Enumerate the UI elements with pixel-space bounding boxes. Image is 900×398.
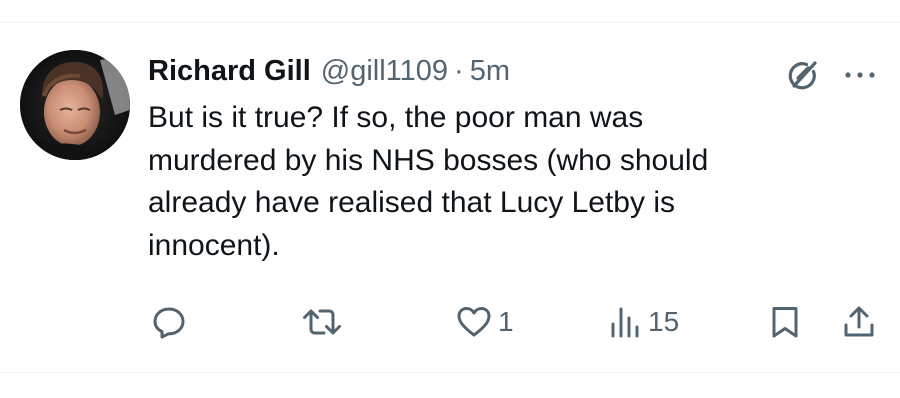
share-icon — [844, 306, 874, 337]
bookmark-icon — [772, 307, 798, 338]
retweet-button[interactable] — [302, 298, 342, 346]
timestamp[interactable]: 5m — [470, 51, 510, 91]
grok-icon[interactable] — [786, 58, 820, 92]
action-bar: 1 15 — [0, 298, 900, 346]
avatar[interactable] — [20, 50, 130, 160]
more-icon[interactable] — [842, 65, 878, 85]
tweet-header: Richard Gill @gill1109 · 5m — [148, 51, 510, 91]
like-count: 1 — [498, 306, 514, 337]
retweet-icon — [303, 309, 341, 335]
tweet[interactable]: Richard Gill @gill1109 · 5m But is it tr… — [0, 23, 900, 372]
reply-icon — [153, 307, 185, 339]
display-name[interactable]: Richard Gill — [148, 51, 311, 91]
like-button[interactable]: 1 — [456, 298, 514, 346]
bottom-divider — [0, 372, 900, 373]
bookmark-button[interactable] — [770, 298, 800, 346]
tweet-text: But is it true? If so, the poor man was … — [148, 101, 709, 262]
views-button[interactable]: 15 — [608, 298, 679, 346]
avatar-image — [20, 50, 130, 160]
user-handle[interactable]: @gill1109 — [321, 51, 448, 91]
separator-dot: · — [454, 55, 464, 87]
reply-button[interactable] — [152, 298, 186, 346]
views-count: 15 — [648, 306, 680, 337]
views-icon — [611, 307, 639, 338]
share-button[interactable] — [842, 298, 876, 346]
heart-icon — [457, 307, 491, 337]
